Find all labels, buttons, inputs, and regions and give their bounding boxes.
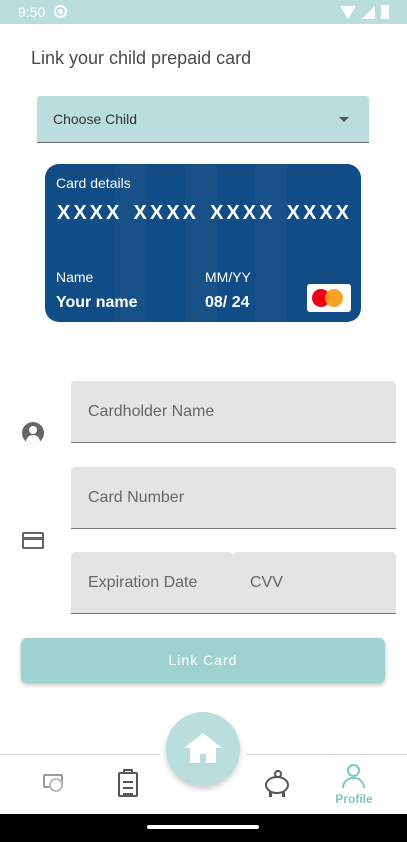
signal-icon <box>362 5 375 19</box>
clipboard-line <box>123 787 133 789</box>
nav-tasks[interactable] <box>108 762 148 806</box>
status-time: 9:50 <box>18 4 46 20</box>
clipboard-clip <box>123 769 133 774</box>
piggy-leg <box>269 792 272 797</box>
card-number-field[interactable]: Card Number <box>71 467 396 529</box>
card-name-value: Your name <box>56 294 138 311</box>
link-card-button[interactable]: Link Card <box>21 638 385 683</box>
home-icon <box>184 733 222 748</box>
status-bar: 9:50 <box>0 0 407 24</box>
nav-cards[interactable] <box>36 762 76 806</box>
account-circle-icon <box>22 422 44 444</box>
dropdown-arrow-icon <box>339 117 349 122</box>
nav-home-button[interactable] <box>166 712 240 786</box>
cvv-field[interactable]: CVV <box>233 552 396 614</box>
cardholder-name-field[interactable]: Cardholder Name <box>71 381 396 443</box>
status-icons <box>340 5 389 19</box>
card-preview: Card details XXXX XXXX XXXX XXXX Name Yo… <box>45 164 361 322</box>
nav-profile[interactable]: Profile <box>330 762 378 806</box>
card-number-group: XXXX <box>210 202 276 224</box>
home-icon-door <box>200 754 206 763</box>
system-nav-bar <box>0 814 407 842</box>
cardholder-name-placeholder: Cardholder Name <box>88 403 215 420</box>
clipboard-line <box>123 781 133 783</box>
home-gesture-handle[interactable] <box>147 825 259 829</box>
card-number-preview: XXXX XXXX XXXX XXXX <box>57 202 352 225</box>
card-number-group: XXXX <box>286 202 352 224</box>
nav-savings[interactable] <box>258 762 298 806</box>
card-number-group: XXXX <box>57 202 123 224</box>
card-texture <box>255 164 287 322</box>
card-expiry-value: 08/ 24 <box>205 294 250 311</box>
card-number-group: XXXX <box>133 202 199 224</box>
expiration-date-field[interactable]: Expiration Date <box>71 552 233 614</box>
card-name-label: Name <box>56 269 94 285</box>
person-icon-body <box>342 777 365 788</box>
piggy-leg <box>282 792 285 797</box>
mastercard-logo-icon <box>307 284 351 312</box>
coin-icon <box>274 770 282 778</box>
card-title: Card details <box>56 175 131 191</box>
card-number-placeholder: Card Number <box>88 489 185 506</box>
cvv-placeholder: CVV <box>250 574 283 591</box>
clock-icon <box>49 778 63 792</box>
page-title: Link your child prepaid card <box>31 48 252 68</box>
settings-status-icon <box>54 5 67 18</box>
wifi-icon <box>340 5 356 19</box>
expiration-date-placeholder: Expiration Date <box>88 574 198 591</box>
card-expiry-label: MM/YY <box>205 269 251 285</box>
person-icon <box>347 764 360 777</box>
credit-card-icon <box>22 532 44 549</box>
choose-child-label: Choose Child <box>53 111 138 127</box>
choose-child-dropdown[interactable]: Choose Child <box>37 96 369 143</box>
battery-icon <box>381 5 389 19</box>
clipboard-line <box>123 793 133 795</box>
nav-profile-label: Profile <box>335 792 373 806</box>
